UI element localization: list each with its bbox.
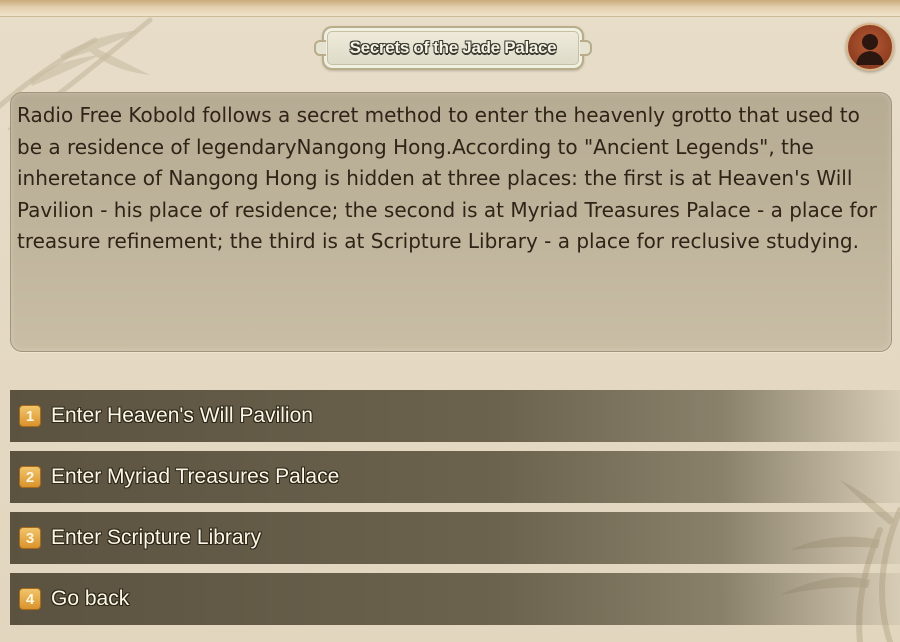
option-enter-myriad-treasures-palace[interactable]: 2 Enter Myriad Treasures Palace [10,451,900,503]
option-label: Enter Myriad Treasures Palace [51,465,340,488]
option-label: Enter Heaven's Will Pavilion [51,404,313,427]
option-enter-heavens-will-pavilion[interactable]: 1 Enter Heaven's Will Pavilion [10,390,900,442]
option-label: Go back [51,587,130,610]
dialog-text: Radio Free Kobold follows a secret metho… [17,103,877,254]
option-number-badge: 1 [19,405,41,427]
player-silhouette-icon [856,34,884,65]
top-frame-rail [0,0,900,17]
option-number-badge: 3 [19,527,41,549]
option-number-badge: 4 [19,588,41,610]
avatar[interactable] [846,23,894,71]
option-go-back[interactable]: 4 Go back [10,573,900,625]
option-number-badge: 2 [19,466,41,488]
page-title: Secrets of the Jade Palace [349,38,557,57]
option-enter-scripture-library[interactable]: 3 Enter Scripture Library [10,512,900,564]
title-plate: Secrets of the Jade Palace [314,26,592,70]
option-label: Enter Scripture Library [51,526,262,549]
